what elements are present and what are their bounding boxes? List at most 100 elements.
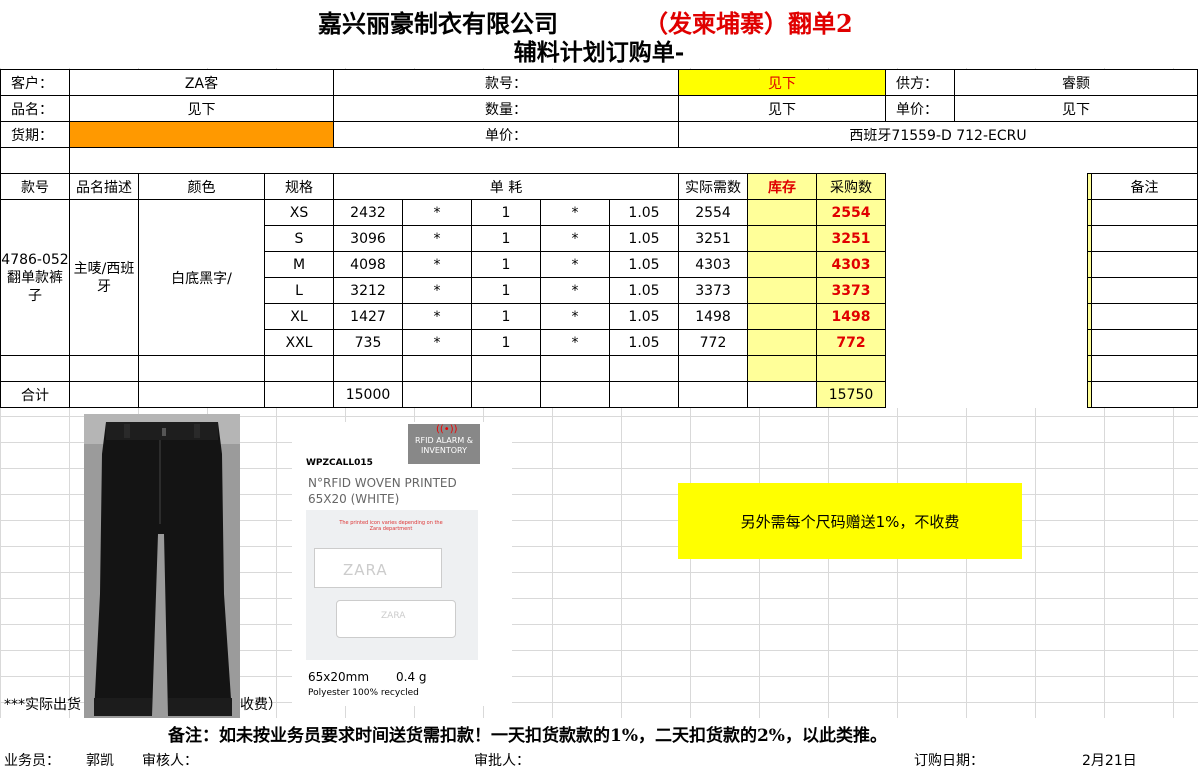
purchase-cell[interactable]: 2554 bbox=[816, 199, 887, 226]
stock-cell[interactable] bbox=[747, 225, 818, 252]
product-desc-cell[interactable]: 主唛/西班牙 bbox=[69, 199, 139, 356]
unit-cell[interactable]: 1 bbox=[471, 251, 541, 278]
empty-cell[interactable] bbox=[471, 355, 541, 382]
stock-cell[interactable] bbox=[747, 251, 818, 278]
qty-cell[interactable]: 1427 bbox=[333, 303, 403, 330]
empty-cell[interactable] bbox=[678, 355, 749, 382]
product-value[interactable]: 见下 bbox=[69, 95, 334, 122]
total-qty[interactable]: 15000 bbox=[333, 381, 403, 408]
supplier-value[interactable]: 睿颢 bbox=[954, 69, 1198, 96]
customer-value[interactable]: ZA客 bbox=[69, 69, 334, 96]
header-remark: 备注 bbox=[1091, 173, 1198, 200]
qty-cell[interactable]: 735 bbox=[333, 329, 403, 356]
size-cell[interactable]: XXL bbox=[264, 329, 334, 356]
size-cell[interactable]: L bbox=[264, 277, 334, 304]
empty-cell[interactable] bbox=[138, 355, 265, 382]
op-cell[interactable]: * bbox=[540, 277, 610, 304]
unit-cell[interactable]: 1 bbox=[471, 303, 541, 330]
purchase-cell[interactable] bbox=[816, 355, 887, 382]
style-value[interactable]: 见下 bbox=[678, 69, 886, 96]
remark-cell[interactable] bbox=[1091, 355, 1198, 382]
empty-cell[interactable] bbox=[69, 381, 139, 408]
qty-cell[interactable]: 4098 bbox=[333, 251, 403, 278]
actual-cell[interactable]: 3251 bbox=[678, 225, 749, 252]
op-cell[interactable]: * bbox=[540, 225, 610, 252]
op-cell[interactable]: * bbox=[402, 225, 472, 252]
unit-price-value[interactable]: 见下 bbox=[954, 95, 1198, 122]
empty-cell[interactable] bbox=[333, 355, 403, 382]
stock-cell[interactable] bbox=[747, 199, 818, 226]
unit-cell[interactable]: 1 bbox=[471, 329, 541, 356]
purchase-cell[interactable]: 772 bbox=[816, 329, 887, 356]
salesman-name[interactable]: 郭凯 bbox=[86, 750, 114, 770]
factor-cell[interactable]: 1.05 bbox=[608, 199, 680, 226]
actual-cell[interactable]: 4303 bbox=[678, 251, 749, 278]
purchase-cell[interactable]: 3251 bbox=[816, 225, 887, 252]
unit-cell[interactable]: 1 bbox=[471, 199, 541, 226]
empty-cell[interactable] bbox=[678, 381, 749, 408]
price-value[interactable]: 西班牙71559-D 712-ECRU bbox=[678, 121, 1198, 148]
purchase-cell[interactable]: 4303 bbox=[816, 251, 887, 278]
remark-cell[interactable] bbox=[1091, 381, 1198, 408]
empty-cell[interactable] bbox=[0, 355, 70, 382]
purchase-cell[interactable]: 1498 bbox=[816, 303, 887, 330]
size-cell[interactable]: XS bbox=[264, 199, 334, 226]
empty-cell[interactable] bbox=[540, 381, 610, 408]
empty-cell[interactable] bbox=[747, 381, 818, 408]
empty-cell[interactable] bbox=[608, 381, 680, 408]
order-date-value[interactable]: 2月21日 bbox=[1082, 750, 1137, 770]
empty-cell[interactable] bbox=[138, 381, 265, 408]
factor-cell[interactable]: 1.05 bbox=[608, 225, 680, 252]
factor-cell[interactable]: 1.05 bbox=[608, 303, 680, 330]
op-cell[interactable]: * bbox=[402, 329, 472, 356]
qty-value[interactable]: 见下 bbox=[678, 95, 886, 122]
unit-cell[interactable]: 1 bbox=[471, 277, 541, 304]
purchase-cell[interactable]: 3373 bbox=[816, 277, 887, 304]
style-no-cell[interactable]: 4786-052翻单款裤子 bbox=[0, 199, 70, 356]
actual-cell[interactable]: 1498 bbox=[678, 303, 749, 330]
stock-cell[interactable] bbox=[747, 303, 818, 330]
op-cell[interactable]: * bbox=[540, 303, 610, 330]
actual-cell[interactable]: 2554 bbox=[678, 199, 749, 226]
empty-cell[interactable] bbox=[540, 355, 610, 382]
empty-cell[interactable] bbox=[471, 381, 541, 408]
free-extra-note[interactable]: 另外需每个尺码赠送1%，不收费 bbox=[678, 483, 1022, 559]
op-cell[interactable]: * bbox=[402, 277, 472, 304]
remark-cell[interactable] bbox=[1091, 277, 1198, 304]
empty-cell[interactable] bbox=[264, 381, 334, 408]
delivery-value[interactable] bbox=[69, 121, 334, 148]
factor-cell[interactable]: 1.05 bbox=[608, 277, 680, 304]
remark-cell[interactable] bbox=[1091, 199, 1198, 226]
size-cell[interactable]: M bbox=[264, 251, 334, 278]
factor-cell[interactable]: 1.05 bbox=[608, 251, 680, 278]
actual-cell[interactable]: 772 bbox=[678, 329, 749, 356]
op-cell[interactable]: * bbox=[540, 329, 610, 356]
empty-cell[interactable] bbox=[402, 355, 472, 382]
empty-cell[interactable] bbox=[402, 381, 472, 408]
size-cell[interactable]: XL bbox=[264, 303, 334, 330]
stock-cell[interactable] bbox=[747, 329, 818, 356]
remark-cell[interactable] bbox=[1091, 303, 1198, 330]
empty-cell[interactable] bbox=[264, 355, 334, 382]
color-cell[interactable]: 白底黑字/ bbox=[138, 199, 265, 356]
op-cell[interactable]: * bbox=[540, 199, 610, 226]
qty-cell[interactable]: 3096 bbox=[333, 225, 403, 252]
op-cell[interactable]: * bbox=[402, 199, 472, 226]
stock-cell[interactable] bbox=[747, 355, 818, 382]
actual-cell[interactable]: 3373 bbox=[678, 277, 749, 304]
empty-cell[interactable] bbox=[69, 355, 139, 382]
remark-cell[interactable] bbox=[1091, 251, 1198, 278]
op-cell[interactable]: * bbox=[402, 251, 472, 278]
qty-cell[interactable]: 2432 bbox=[333, 199, 403, 226]
unit-cell[interactable]: 1 bbox=[471, 225, 541, 252]
remark-cell[interactable] bbox=[1091, 225, 1198, 252]
op-cell[interactable]: * bbox=[402, 303, 472, 330]
stock-cell[interactable] bbox=[747, 277, 818, 304]
remark-cell[interactable] bbox=[1091, 329, 1198, 356]
total-purchase[interactable]: 15750 bbox=[816, 381, 887, 408]
qty-cell[interactable]: 3212 bbox=[333, 277, 403, 304]
size-cell[interactable]: S bbox=[264, 225, 334, 252]
factor-cell[interactable]: 1.05 bbox=[608, 329, 680, 356]
op-cell[interactable]: * bbox=[540, 251, 610, 278]
empty-cell[interactable] bbox=[608, 355, 680, 382]
